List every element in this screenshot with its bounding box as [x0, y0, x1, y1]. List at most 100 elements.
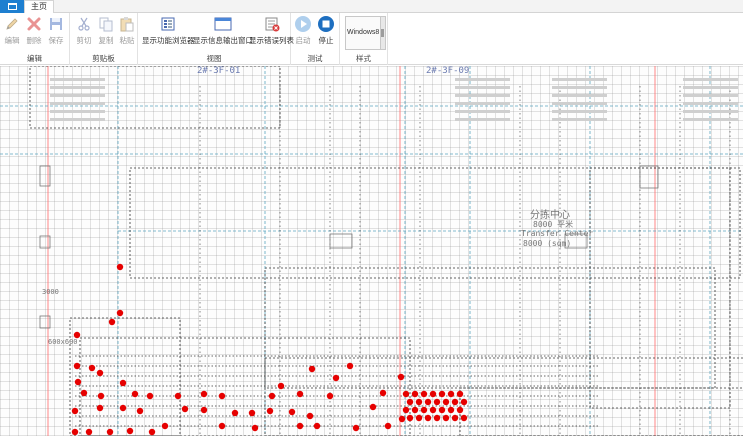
device-marker [251, 424, 259, 432]
start-button[interactable]: 启动 [294, 15, 312, 46]
error-list-icon [263, 15, 281, 33]
device-marker [74, 378, 82, 386]
annotation-text [552, 102, 607, 105]
device-marker [96, 404, 104, 412]
annotation-text [455, 102, 510, 105]
edit-button[interactable]: 编辑 [3, 15, 21, 46]
play-icon [294, 15, 312, 33]
building-outline [69, 317, 181, 436]
show-output-window-button[interactable]: 显示信息输出窗口 [193, 15, 253, 46]
device-marker [420, 406, 428, 414]
device-marker [397, 373, 405, 381]
theme-selector[interactable]: Windows8 [345, 16, 381, 50]
device-marker [456, 390, 464, 398]
device-marker [379, 389, 387, 397]
delete-button[interactable]: 删除 [25, 15, 43, 46]
device-marker [96, 369, 104, 377]
delete-button-label: 删除 [26, 36, 42, 45]
annotation-text [683, 110, 738, 113]
device-marker [346, 362, 354, 370]
tab-home[interactable]: 主页 [24, 0, 54, 14]
annotation-text [683, 86, 738, 89]
edit-button-label: 编辑 [4, 36, 20, 45]
building-outline [264, 267, 716, 389]
device-marker [73, 362, 81, 370]
copy-icon [97, 15, 115, 33]
device-marker [451, 398, 459, 406]
pencil-icon [3, 15, 21, 33]
device-marker [420, 390, 428, 398]
annotation-text [455, 118, 510, 121]
device-marker [266, 407, 274, 415]
annotation-text [50, 94, 105, 97]
device-marker [451, 414, 459, 422]
cad-canvas[interactable]: 2#-3F-01 2#-3F-09 分拣中心 8000 平米 Transfer … [0, 66, 743, 436]
start-button-label: 启动 [295, 36, 311, 45]
building-outline [589, 167, 731, 409]
device-marker [146, 392, 154, 400]
group-test-label: 测试 [307, 54, 323, 63]
theme-scrollbar[interactable] [381, 16, 386, 50]
device-marker [71, 428, 79, 436]
stop-button-label: 停止 [318, 36, 334, 45]
device-marker [456, 406, 464, 414]
device-marker [411, 390, 419, 398]
grid-note-label: 600x600 [48, 338, 78, 346]
annotation-text [552, 78, 607, 81]
building-outline [129, 167, 741, 279]
device-marker [136, 407, 144, 415]
save-button[interactable]: 保存 [47, 15, 65, 46]
show-error-list-button[interactable]: 显示错误列表 [249, 15, 294, 46]
equipment-box [39, 315, 51, 329]
device-marker [402, 390, 410, 398]
device-marker [442, 414, 450, 422]
dimension-label: 3000 [42, 288, 59, 296]
device-marker [352, 424, 360, 432]
device-marker [306, 412, 314, 420]
device-marker [308, 365, 316, 373]
annotation-text [50, 118, 105, 121]
ribbon-tab-strip: 主页 [0, 0, 743, 14]
device-marker [415, 398, 423, 406]
annotation-text [455, 110, 510, 113]
device-marker [181, 405, 189, 413]
device-marker [131, 390, 139, 398]
device-marker [200, 406, 208, 414]
device-marker [119, 404, 127, 412]
annotation-text [50, 102, 105, 105]
app-menu-button[interactable] [0, 0, 24, 13]
device-marker [398, 415, 406, 423]
equipment-box [329, 233, 353, 249]
device-marker [288, 408, 296, 416]
device-marker [326, 392, 334, 400]
show-feature-browser-button[interactable]: 显示功能浏览器 [142, 15, 195, 46]
device-marker [116, 263, 124, 271]
device-marker [460, 398, 468, 406]
device-marker [332, 374, 340, 382]
device-marker [148, 428, 156, 436]
device-marker [369, 403, 377, 411]
ribbon: 编辑 删除 保存 编辑 剪切 复制 粘贴 剪贴板 显示功能浏览器 显示信息输出窗… [0, 13, 743, 65]
scissors-icon [75, 15, 93, 33]
equipment-box [39, 165, 51, 187]
device-marker [442, 398, 450, 406]
theme-scroll-thumb[interactable] [381, 29, 384, 37]
annotation-text [552, 110, 607, 113]
device-marker [296, 422, 304, 430]
save-disk-icon [47, 15, 65, 33]
annotation-text [552, 94, 607, 97]
device-marker [447, 390, 455, 398]
show-error-list-label: 显示错误列表 [249, 36, 294, 45]
center-label-en: Transfer Center [521, 229, 594, 238]
copy-button[interactable]: 复制 [97, 15, 115, 46]
cut-button[interactable]: 剪切 [75, 15, 93, 46]
stop-button[interactable]: 停止 [317, 15, 335, 46]
annotation-text [455, 78, 510, 81]
device-marker [231, 409, 239, 417]
device-marker [200, 390, 208, 398]
save-button-label: 保存 [48, 36, 64, 45]
device-marker [248, 409, 256, 417]
paste-button[interactable]: 粘贴 [118, 15, 136, 46]
zone-label-1: 2#-3F-01 [197, 66, 241, 76]
annotation-text [683, 78, 738, 81]
